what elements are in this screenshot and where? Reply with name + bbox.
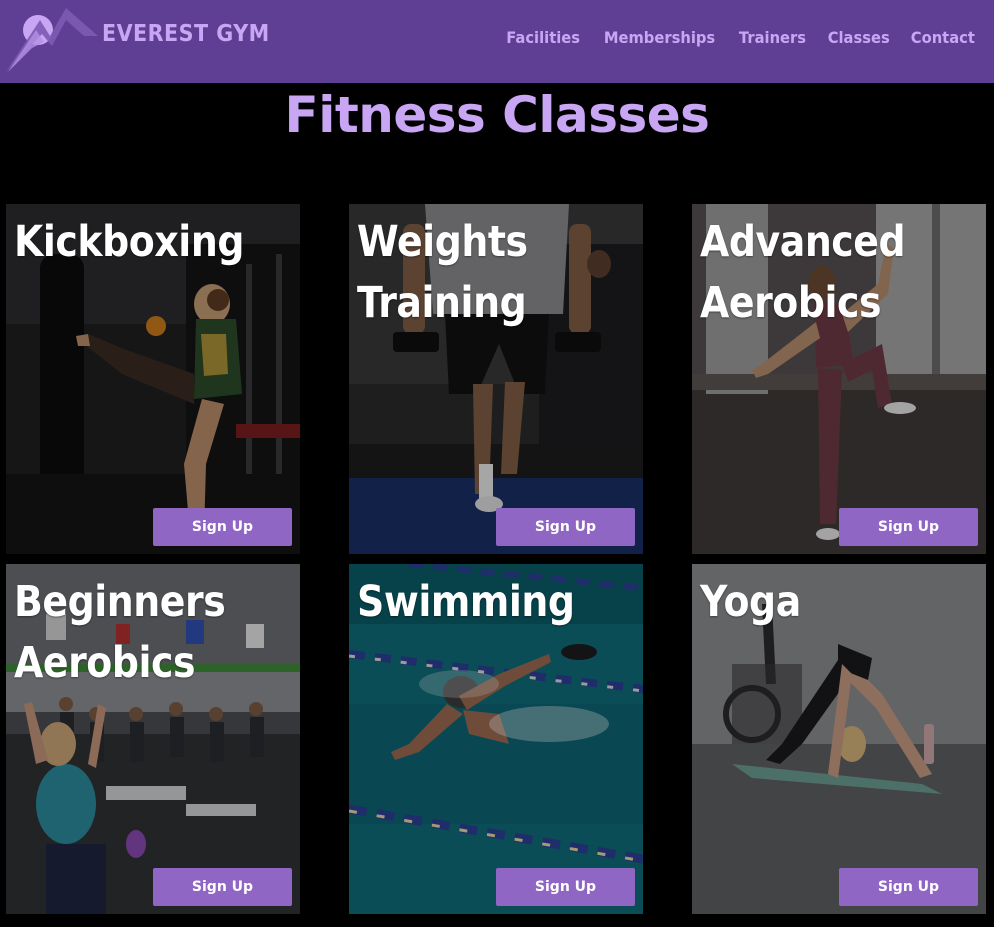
nav-classes[interactable]: Classes bbox=[828, 28, 890, 47]
class-title: Advanced Aerobics bbox=[700, 217, 906, 328]
nav-facilities[interactable]: Facilities bbox=[506, 28, 580, 47]
top-navbar: EVEREST GYM Facilities Memberships Train… bbox=[0, 0, 994, 83]
class-card-kickboxing: Kickboxing Sign Up bbox=[6, 204, 300, 554]
class-card-beginners-aerobics: Beginners Aerobics Sign Up bbox=[6, 564, 300, 914]
class-title: Beginners Aerobics bbox=[14, 577, 226, 688]
sign-up-button-swimming[interactable]: Sign Up bbox=[496, 868, 635, 906]
brand-name[interactable]: EVEREST GYM bbox=[102, 21, 270, 47]
class-title: Kickboxing bbox=[14, 217, 244, 267]
sign-up-button-weights-training[interactable]: Sign Up bbox=[496, 508, 635, 546]
class-card-swimming: Swimming Sign Up bbox=[349, 564, 643, 914]
class-title: Yoga bbox=[700, 577, 801, 627]
sign-up-button-beginners-aerobics[interactable]: Sign Up bbox=[153, 868, 292, 906]
class-card-yoga: Yoga Sign Up bbox=[692, 564, 986, 914]
main-nav: Facilities Memberships Trainers Classes … bbox=[503, 28, 978, 47]
nav-contact[interactable]: Contact bbox=[911, 28, 975, 47]
mountain-logo-icon[interactable] bbox=[6, 6, 98, 72]
sign-up-button-kickboxing[interactable]: Sign Up bbox=[153, 508, 292, 546]
sign-up-button-advanced-aerobics[interactable]: Sign Up bbox=[839, 508, 978, 546]
class-card-weights-training: Weights Training Sign Up bbox=[349, 204, 643, 554]
page-title: Fitness Classes bbox=[284, 86, 710, 144]
class-title: Swimming bbox=[357, 577, 575, 627]
class-title: Weights Training bbox=[357, 217, 528, 328]
nav-trainers[interactable]: Trainers bbox=[739, 28, 806, 47]
class-card-advanced-aerobics: Advanced Aerobics Sign Up bbox=[692, 204, 986, 554]
sign-up-button-yoga[interactable]: Sign Up bbox=[839, 868, 978, 906]
nav-memberships[interactable]: Memberships bbox=[604, 28, 715, 47]
